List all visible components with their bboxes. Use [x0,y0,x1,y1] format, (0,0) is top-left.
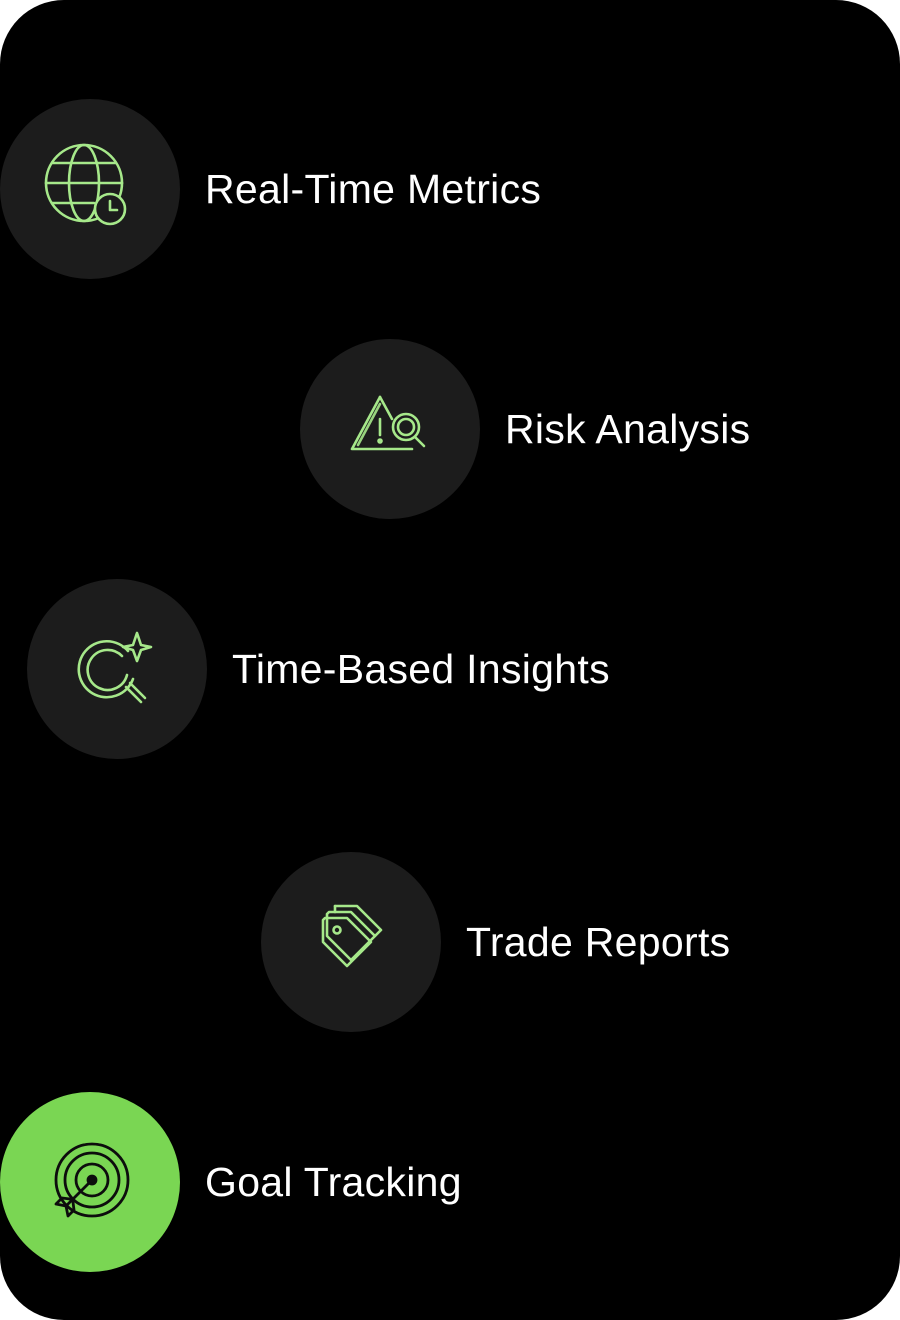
feature-icon-circle [300,339,480,519]
feature-item-time-based-insights[interactable]: Time-Based Insights [27,579,610,759]
feature-icon-circle [0,99,180,279]
feature-item-goal-tracking[interactable]: Goal Tracking [0,1092,462,1272]
feature-icon-circle [27,579,207,759]
warning-search-icon [350,395,426,451]
sparkle-search-icon [77,631,153,704]
feature-panel: Real-Time Metrics Risk Analysis Time-Bas… [0,0,900,1320]
feature-item-real-time-metrics[interactable]: Real-Time Metrics [0,99,541,279]
feature-label: Risk Analysis [505,405,751,452]
feature-item-trade-reports[interactable]: Trade Reports [261,852,730,1032]
feature-label: Trade Reports [466,918,731,965]
feature-icon-circle [261,852,441,1032]
feature-label: Goal Tracking [205,1158,462,1205]
feature-item-risk-analysis[interactable]: Risk Analysis [300,339,750,519]
feature-label: Time-Based Insights [232,645,610,692]
target-icon [54,1142,130,1218]
feature-label: Real-Time Metrics [205,165,542,212]
feature-icon-circle [0,1092,180,1272]
globe-clock-icon [44,143,127,226]
tags-icon [321,904,383,968]
